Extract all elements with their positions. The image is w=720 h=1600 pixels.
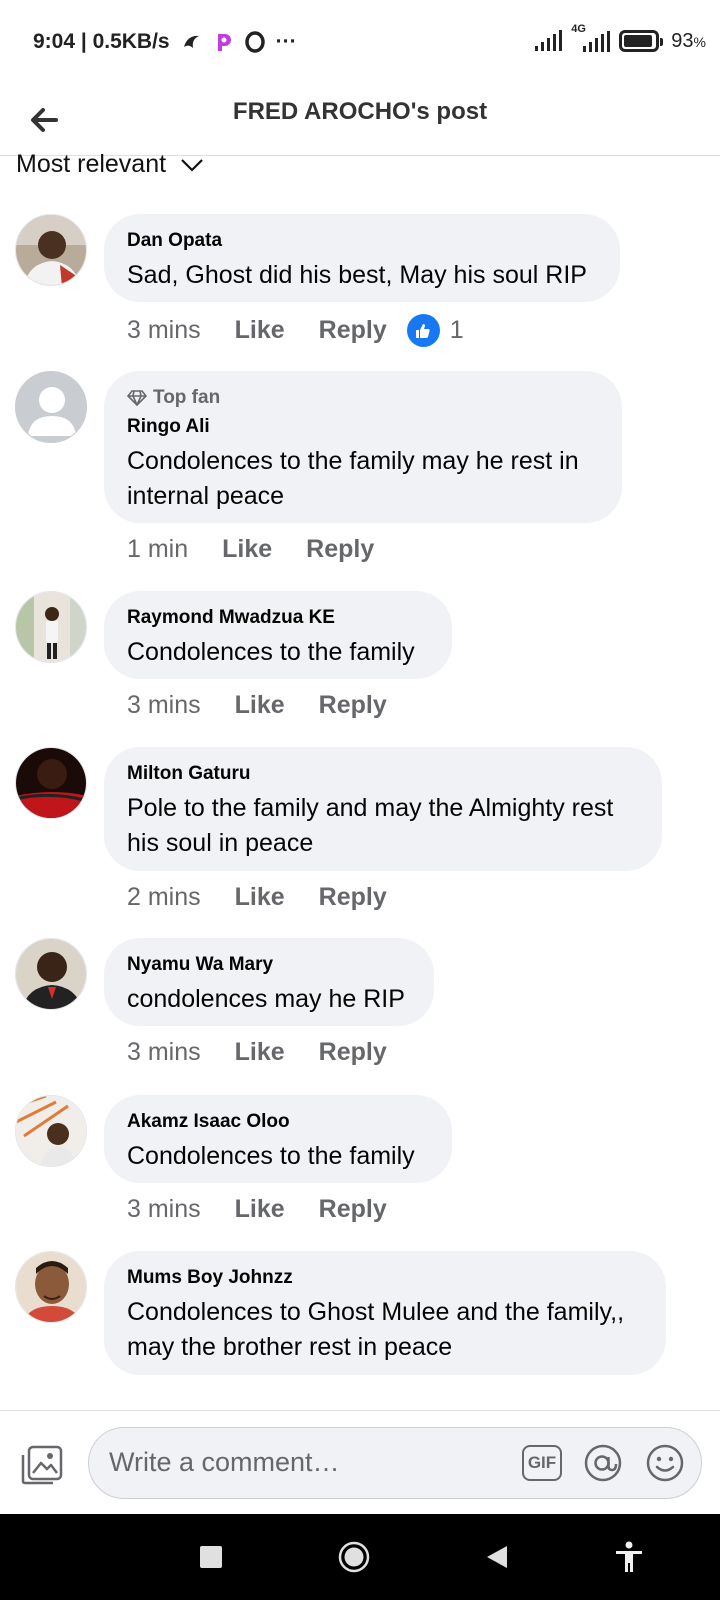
comment-text: Condolences to the family may he rest in…	[127, 447, 579, 510]
emoji-icon[interactable]	[645, 1443, 685, 1483]
comment-author[interactable]: Ringo Ali	[127, 416, 600, 438]
more-notifications-icon: ···	[275, 30, 297, 53]
avatar[interactable]	[15, 371, 87, 443]
app-notification-icon	[183, 35, 199, 48]
status-left: 9:04 | 0.5KB/s ···	[33, 30, 297, 54]
comment-time[interactable]: 1 min	[127, 535, 188, 564]
system-nav-bar	[0, 1514, 720, 1600]
comment-time[interactable]: 3 mins	[127, 316, 201, 345]
mention-icon[interactable]	[583, 1443, 623, 1483]
comment-bubble[interactable]: Mums Boy Johnzz Condolences to Ghost Mul…	[104, 1251, 666, 1375]
reply-button[interactable]: Reply	[306, 535, 374, 564]
status-bar: 9:04 | 0.5KB/s ··· 4G 93%	[0, 0, 720, 88]
avatar[interactable]	[15, 747, 87, 819]
comment-author[interactable]: Nyamu Wa Mary	[127, 954, 412, 976]
photo-icon[interactable]	[21, 1445, 63, 1485]
top-fan-badge: Top fan	[127, 387, 600, 409]
top-fan-label: Top fan	[153, 387, 221, 408]
reply-button[interactable]: Reply	[319, 316, 387, 345]
gif-button[interactable]: GIF	[522, 1445, 562, 1481]
reply-button[interactable]: Reply	[319, 1038, 387, 1067]
comment-text: Condolences to the family	[127, 1142, 415, 1170]
like-button[interactable]: Like	[235, 1195, 285, 1224]
comment-actions: 3 mins Like Reply	[127, 1195, 407, 1224]
reply-button[interactable]: Reply	[319, 883, 387, 912]
comment-author[interactable]: Akamz Isaac Oloo	[127, 1111, 430, 1133]
comment-actions: 3 mins Like Reply	[127, 1038, 407, 1067]
chevron-down-icon	[181, 158, 203, 172]
battery-icon	[619, 30, 664, 52]
avatar[interactable]	[15, 1251, 87, 1323]
accessibility-icon[interactable]	[612, 1540, 646, 1574]
comment-text: Condolences to Ghost Mulee and the famil…	[127, 1298, 625, 1361]
comment-text: Pole to the family and may the Almighty …	[127, 794, 614, 857]
page-title: FRED AROCHO's post	[232, 98, 488, 125]
comment-author[interactable]: Raymond Mwadzua KE	[127, 607, 430, 629]
comment-actions: 1 min Like Reply	[127, 535, 394, 564]
pocket-notification-icon	[217, 34, 231, 51]
comment-author[interactable]: Dan Opata	[127, 230, 598, 252]
avatar[interactable]	[15, 214, 87, 286]
comment-text: condolences may he RIP	[127, 985, 405, 1013]
comment-bubble[interactable]: Akamz Isaac Oloo Condolences to the fami…	[104, 1095, 452, 1183]
post-header: FRED AROCHO's post	[0, 88, 720, 156]
battery-percent: 93%	[671, 29, 706, 52]
comment-actions: 3 mins Like Reply 1	[127, 314, 464, 347]
thumbs-up-icon	[406, 314, 440, 347]
comment-author[interactable]: Milton Gaturu	[127, 763, 640, 785]
comment-composer: Write a comment… GIF	[0, 1410, 720, 1514]
sort-label: Most relevant	[16, 150, 167, 178]
avatar[interactable]	[15, 1095, 87, 1167]
comment-time[interactable]: 3 mins	[127, 1038, 201, 1067]
reply-button[interactable]: Reply	[319, 1195, 387, 1224]
recents-square-icon[interactable]	[194, 1540, 228, 1574]
comment-time[interactable]: 3 mins	[127, 1195, 201, 1224]
comment-bubble[interactable]: Nyamu Wa Mary condolences may he RIP	[104, 938, 434, 1026]
like-button[interactable]: Like	[235, 691, 285, 720]
like-button[interactable]: Like	[235, 1038, 285, 1067]
like-button[interactable]: Like	[235, 316, 285, 345]
comment-author[interactable]: Mums Boy Johnzz	[127, 1267, 644, 1289]
avatar[interactable]	[15, 591, 87, 663]
comment-bubble[interactable]: Dan Opata Sad, Ghost did his best, May h…	[104, 214, 620, 302]
back-triangle-icon[interactable]	[481, 1540, 515, 1574]
comment-time[interactable]: 3 mins	[127, 691, 201, 720]
status-time-speed: 9:04 | 0.5KB/s	[33, 30, 170, 53]
reaction-count: 1	[449, 316, 464, 344]
comment-placeholder: Write a comment…	[109, 1447, 340, 1477]
comment-input[interactable]: Write a comment… GIF	[88, 1427, 702, 1499]
comment-time[interactable]: 2 mins	[127, 883, 201, 912]
comment-actions: 2 mins Like Reply	[127, 883, 407, 912]
reply-button[interactable]: Reply	[319, 691, 387, 720]
signal-icon	[535, 30, 563, 51]
opera-notification-icon	[244, 31, 265, 53]
comment-actions: 3 mins Like Reply	[127, 691, 407, 720]
comment-text: Sad, Ghost did his best, May his soul RI…	[127, 261, 587, 289]
comment-bubble[interactable]: Top fan Ringo Ali Condolences to the fam…	[104, 371, 622, 523]
comment-text: Condolences to the family	[127, 638, 415, 666]
sort-dropdown[interactable]: Most relevant	[16, 150, 204, 179]
home-circle-icon[interactable]	[337, 1540, 371, 1574]
comment-bubble[interactable]: Milton Gaturu Pole to the family and may…	[104, 747, 662, 871]
like-button[interactable]: Like	[235, 883, 285, 912]
reaction-summary[interactable]: 1	[406, 314, 464, 347]
status-right: 4G 93%	[533, 23, 706, 53]
avatar[interactable]	[15, 938, 87, 1010]
signal-4g-icon: 4G	[571, 23, 611, 53]
comment-bubble[interactable]: Raymond Mwadzua KE Condolences to the fa…	[104, 591, 452, 679]
like-button[interactable]: Like	[222, 535, 272, 564]
diamond-icon	[127, 390, 147, 406]
